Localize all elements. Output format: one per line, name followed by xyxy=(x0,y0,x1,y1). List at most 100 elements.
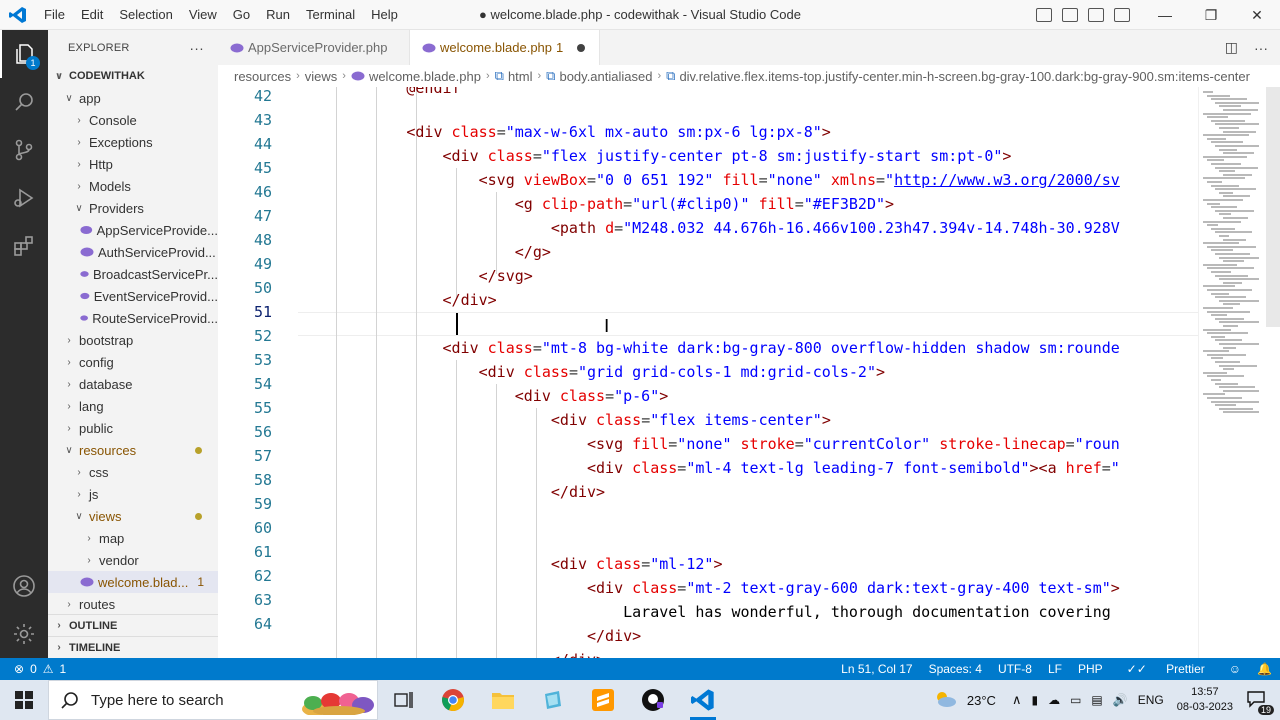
minimap-line xyxy=(1207,353,1246,356)
explorer-icon[interactable]: 1 xyxy=(0,30,48,78)
windows-start-icon[interactable] xyxy=(0,680,48,720)
tree-file-broadcastserviceprovider[interactable]: BroadcastServicePr... xyxy=(48,263,218,285)
timeline-section[interactable]: › TIMELINE xyxy=(48,636,218,658)
breadcrumb-item[interactable]: resources xyxy=(234,69,291,84)
indentation[interactable]: Spaces: 4 xyxy=(921,662,990,676)
line-number-gutter: 42 43 44 45 46 47 48 49 50 51 52 53 54 55 56 57 58 59 60 61… xyxy=(218,87,298,658)
menu-run[interactable]: Run xyxy=(258,0,298,30)
tree-folder-map[interactable]: › map xyxy=(48,527,218,549)
onedrive-icon[interactable]: ☁ xyxy=(1043,693,1065,707)
feedback-icon[interactable]: ☺ xyxy=(1221,662,1249,676)
tree-folder-routes[interactable]: › routes xyxy=(48,593,218,615)
tree-file-eventserviceprovider[interactable]: EventServiceProvid... xyxy=(48,285,218,307)
source-control-icon[interactable] xyxy=(0,126,48,174)
sublime-text-icon[interactable] xyxy=(578,680,628,720)
tree-folder-database[interactable]: › database xyxy=(48,373,218,395)
tree-folder-models[interactable]: › Models xyxy=(48,175,218,197)
weather-temperature[interactable]: 23°C xyxy=(962,693,1001,708)
language-indicator[interactable]: ENG xyxy=(1133,693,1169,707)
chrome-icon[interactable] xyxy=(428,680,478,720)
minimap-line xyxy=(1203,177,1245,180)
network-icon[interactable]: ▤ xyxy=(1086,693,1107,707)
code-line: <div class="flex items-center"> xyxy=(550,411,831,429)
task-view-icon[interactable] xyxy=(378,680,428,720)
encoding[interactable]: UTF-8 xyxy=(990,662,1040,676)
run-debug-icon[interactable] xyxy=(0,174,48,222)
tree-folder-lang[interactable]: › lang xyxy=(48,395,218,417)
tree-file-authserviceprovider[interactable]: AuthServiceProvid... xyxy=(48,241,218,263)
menu-terminal[interactable]: Terminal xyxy=(298,0,363,30)
tree-folder-providers[interactable]: ∨ Providers xyxy=(48,197,218,219)
tree-folder-vendor[interactable]: › vendor xyxy=(48,549,218,571)
toggle-secondary-sidebar-icon[interactable] xyxy=(1088,8,1104,22)
tab-appserviceprovider[interactable]: AppServiceProvider.php xyxy=(218,30,410,65)
customize-layout-icon[interactable] xyxy=(1114,8,1130,22)
notifications-bell-icon[interactable]: 🔔 xyxy=(1249,662,1280,676)
vertical-scrollbar[interactable] xyxy=(1266,87,1280,658)
breadcrumb-item[interactable]: div.relative.flex.items-top.justify-cent… xyxy=(679,69,1250,84)
menu-edit[interactable]: Edit xyxy=(73,0,111,30)
github-desktop-icon[interactable] xyxy=(628,680,678,720)
breadcrumb-item[interactable]: body.antialiased xyxy=(559,69,652,84)
accounts-icon[interactable] xyxy=(0,562,48,610)
tree-folder-exceptions[interactable]: › Exceptions xyxy=(48,131,218,153)
menu-view[interactable]: View xyxy=(181,0,225,30)
clock[interactable]: 13:57 08-03-2023 xyxy=(1169,685,1241,715)
microphone-icon[interactable]: ▮ xyxy=(1026,693,1043,707)
breadcrumb-item[interactable]: views xyxy=(305,69,338,84)
settings-gear-icon[interactable] xyxy=(0,610,48,658)
menu-file[interactable]: File xyxy=(36,0,73,30)
close-icon[interactable]: ✕ xyxy=(1234,0,1280,30)
chevron-up-icon[interactable]: ∧ xyxy=(1007,692,1027,708)
breadcrumb-item[interactable]: welcome.blade.php xyxy=(369,69,481,84)
notification-center-icon[interactable]: 19 xyxy=(1241,690,1280,715)
toggle-panel-icon[interactable] xyxy=(1062,8,1078,22)
tree-folder-resources[interactable]: ∨ resources xyxy=(48,439,218,461)
tree-file-appserviceprovider[interactable]: AppServiceProvide... xyxy=(48,219,218,241)
tree-folder-config[interactable]: › config xyxy=(48,351,218,373)
tab-welcome-blade[interactable]: welcome.blade.php 1 xyxy=(410,30,600,65)
search-icon[interactable] xyxy=(0,78,48,126)
minimize-icon[interactable]: — xyxy=(1142,0,1188,30)
file-explorer-icon[interactable] xyxy=(478,680,528,720)
cursor-position[interactable]: Ln 51, Col 17 xyxy=(833,662,920,676)
outline-section[interactable]: › OUTLINE xyxy=(48,614,218,636)
menu-selection[interactable]: Selection xyxy=(111,0,180,30)
more-actions-icon[interactable]: ··· xyxy=(1254,40,1268,56)
battery-icon[interactable]: ▭ xyxy=(1065,693,1086,707)
menu-go[interactable]: Go xyxy=(225,0,258,30)
restore-icon[interactable]: ❐ xyxy=(1188,0,1234,30)
tree-folder-js[interactable]: › js xyxy=(48,483,218,505)
line-number: 62 xyxy=(253,567,272,585)
tree-folder-app[interactable]: ∨ app xyxy=(48,87,218,109)
tree-folder-public[interactable]: › public xyxy=(48,417,218,439)
more-actions-icon[interactable]: ··· xyxy=(189,40,204,56)
code-area[interactable]: @endif <div class="max-w-6xl mx-auto sm:… xyxy=(298,87,1198,658)
split-editor-icon[interactable]: ◫ xyxy=(1225,39,1238,56)
tree-folder-views[interactable]: ∨ views xyxy=(48,505,218,527)
toggle-primary-sidebar-icon[interactable] xyxy=(1036,8,1052,22)
weather-cloud-icon[interactable] xyxy=(928,690,962,711)
end-of-line[interactable]: LF xyxy=(1040,662,1070,676)
tree-folder-bootstrap[interactable]: › bootstrap xyxy=(48,329,218,351)
extensions-icon[interactable] xyxy=(0,222,48,270)
problems-indicator[interactable]: ⊗ 0 ⚠ 1 xyxy=(0,662,66,676)
tree-file-welcome-blade[interactable]: welcome.blad... 1 xyxy=(48,571,218,593)
taskbar-search-box[interactable]: Type here to search xyxy=(48,680,378,720)
scrollbar-thumb[interactable] xyxy=(1266,87,1280,327)
language-mode[interactable]: PHP xyxy=(1070,662,1111,676)
volume-icon[interactable]: 🔊 xyxy=(1108,693,1133,707)
menu-help[interactable]: Help xyxy=(363,0,406,30)
vscode-taskbar-icon[interactable] xyxy=(678,680,728,720)
tree-folder-http[interactable]: › Http xyxy=(48,153,218,175)
unsaved-dot-icon[interactable] xyxy=(577,43,586,52)
tree-folder-console[interactable]: › Console xyxy=(48,109,218,131)
app-icon[interactable] xyxy=(528,680,578,720)
tree-folder-css[interactable]: › css xyxy=(48,461,218,483)
breadcrumb-item[interactable]: html xyxy=(508,69,533,84)
prettier-status[interactable]: ✓✓ Prettier xyxy=(1111,662,1221,676)
code-editor[interactable]: 42 43 44 45 46 47 48 49 50 51 52 53 54 55 56 57 58 59 60 61… xyxy=(218,87,1280,658)
workspace-root[interactable]: ∨ CODEWITHAK xyxy=(48,65,218,87)
tree-file-routeserviceprovider[interactable]: RouteServiceProvid... xyxy=(48,307,218,329)
minimap-line xyxy=(1211,335,1225,338)
